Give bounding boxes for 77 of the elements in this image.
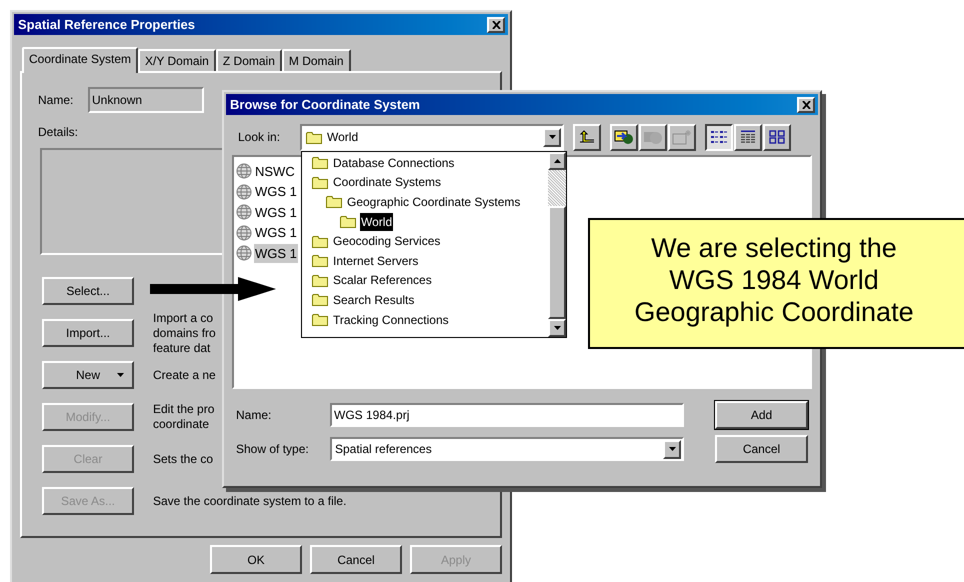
close-icon[interactable] <box>797 96 815 112</box>
scroll-down-button[interactable] <box>548 319 566 337</box>
file-item[interactable]: NSWC <box>254 162 296 181</box>
up-arrow-icon <box>578 130 596 144</box>
folder-icon <box>340 215 356 228</box>
scrollbar[interactable] <box>548 152 566 337</box>
action-button[interactable]: New <box>42 361 134 389</box>
arrow-icon <box>150 277 276 301</box>
field-label: Name: <box>235 406 272 424</box>
action-description: Edit the pro coordinate <box>153 402 214 432</box>
action-description: Import a co domains fro feature dat <box>153 310 216 356</box>
globe-icon <box>236 224 252 241</box>
scroll-up-button[interactable] <box>548 152 566 170</box>
location-item[interactable]: Tracking Connections <box>332 310 450 329</box>
action-button[interactable]: Import... <box>42 319 134 347</box>
globe-icon <box>236 245 252 262</box>
list-view-icon <box>710 130 728 144</box>
toolbar-button[interactable] <box>610 124 638 150</box>
action-button[interactable]: Select... <box>42 277 134 305</box>
globe-icon <box>236 184 252 200</box>
location-item[interactable]: Search Results <box>332 290 416 309</box>
window-title: Browse for Coordinate System <box>230 96 420 114</box>
location-item[interactable]: World <box>360 212 394 231</box>
folder-icon <box>312 234 328 248</box>
file-item[interactable]: WGS 1 <box>254 244 298 263</box>
tab[interactable]: Coordinate System <box>22 47 138 73</box>
file-item[interactable]: WGS 1 <box>254 223 298 242</box>
location-item[interactable]: Internet Servers <box>332 252 420 270</box>
location-item[interactable]: Geographic Coordinate Systems <box>346 192 522 211</box>
large-icons-view-icon <box>769 130 785 144</box>
scroll-down-icon <box>554 326 560 330</box>
tab[interactable]: X/Y Domain <box>138 49 216 71</box>
dialog-button[interactable]: OK <box>210 545 302 574</box>
location-item[interactable]: Geocoding Services <box>332 232 442 250</box>
field-label: Details: <box>38 124 78 141</box>
folder-icon <box>312 313 328 326</box>
name-field[interactable]: WGS 1984.prj <box>330 402 684 426</box>
location-item[interactable]: Scalar References <box>332 271 433 290</box>
close-icon[interactable] <box>487 16 505 32</box>
folder-icon <box>326 195 342 208</box>
folder-icon <box>312 176 328 189</box>
folder-icon <box>312 274 328 287</box>
file-item[interactable]: WGS 1 <box>254 202 298 222</box>
connect-icon <box>614 129 634 145</box>
globe-icon <box>236 204 252 220</box>
toolbar-button[interactable] <box>573 124 601 150</box>
name-field[interactable]: Unknown <box>88 87 204 113</box>
folder-icon <box>306 130 322 144</box>
disconnect-icon <box>643 129 663 145</box>
action-description: Save the coordinate system to a file. <box>153 494 346 508</box>
cancel-button[interactable]: Cancel <box>715 435 808 463</box>
window-title: Spatial Reference Properties <box>18 16 196 34</box>
view-button[interactable] <box>705 124 733 150</box>
type-dropdown[interactable]: Spatial references <box>330 437 684 461</box>
look-in-label: Look in: <box>237 129 282 146</box>
field-label: Show of type: <box>235 441 310 458</box>
folder-icon <box>312 156 328 170</box>
folder-icon <box>312 293 328 306</box>
details-view-icon <box>740 130 756 144</box>
file-item[interactable]: WGS 1 <box>254 182 298 202</box>
action-description: Create a ne <box>153 368 216 382</box>
dialog-button[interactable]: Cancel <box>310 545 402 574</box>
tab[interactable]: Z Domain <box>216 49 282 71</box>
scroll-up-icon <box>554 159 560 163</box>
add-button[interactable]: Add <box>715 400 808 428</box>
field-label: Name: <box>37 92 74 109</box>
folder-icon <box>312 254 328 268</box>
tab[interactable]: M Domain <box>282 49 351 71</box>
look-in-dropdown[interactable]: World <box>300 124 564 150</box>
action-description: Sets the co <box>153 452 214 466</box>
scrollbar-thumb[interactable] <box>548 206 566 319</box>
new-item-icon <box>672 129 692 145</box>
location-item[interactable]: Coordinate Systems <box>332 173 442 192</box>
globe-icon <box>236 163 252 180</box>
callout-note: We are selecting the WGS 1984 World Geographic Coordinate <box>588 218 964 349</box>
caret-icon <box>117 373 124 377</box>
location-item[interactable]: Database Connections <box>332 154 456 172</box>
